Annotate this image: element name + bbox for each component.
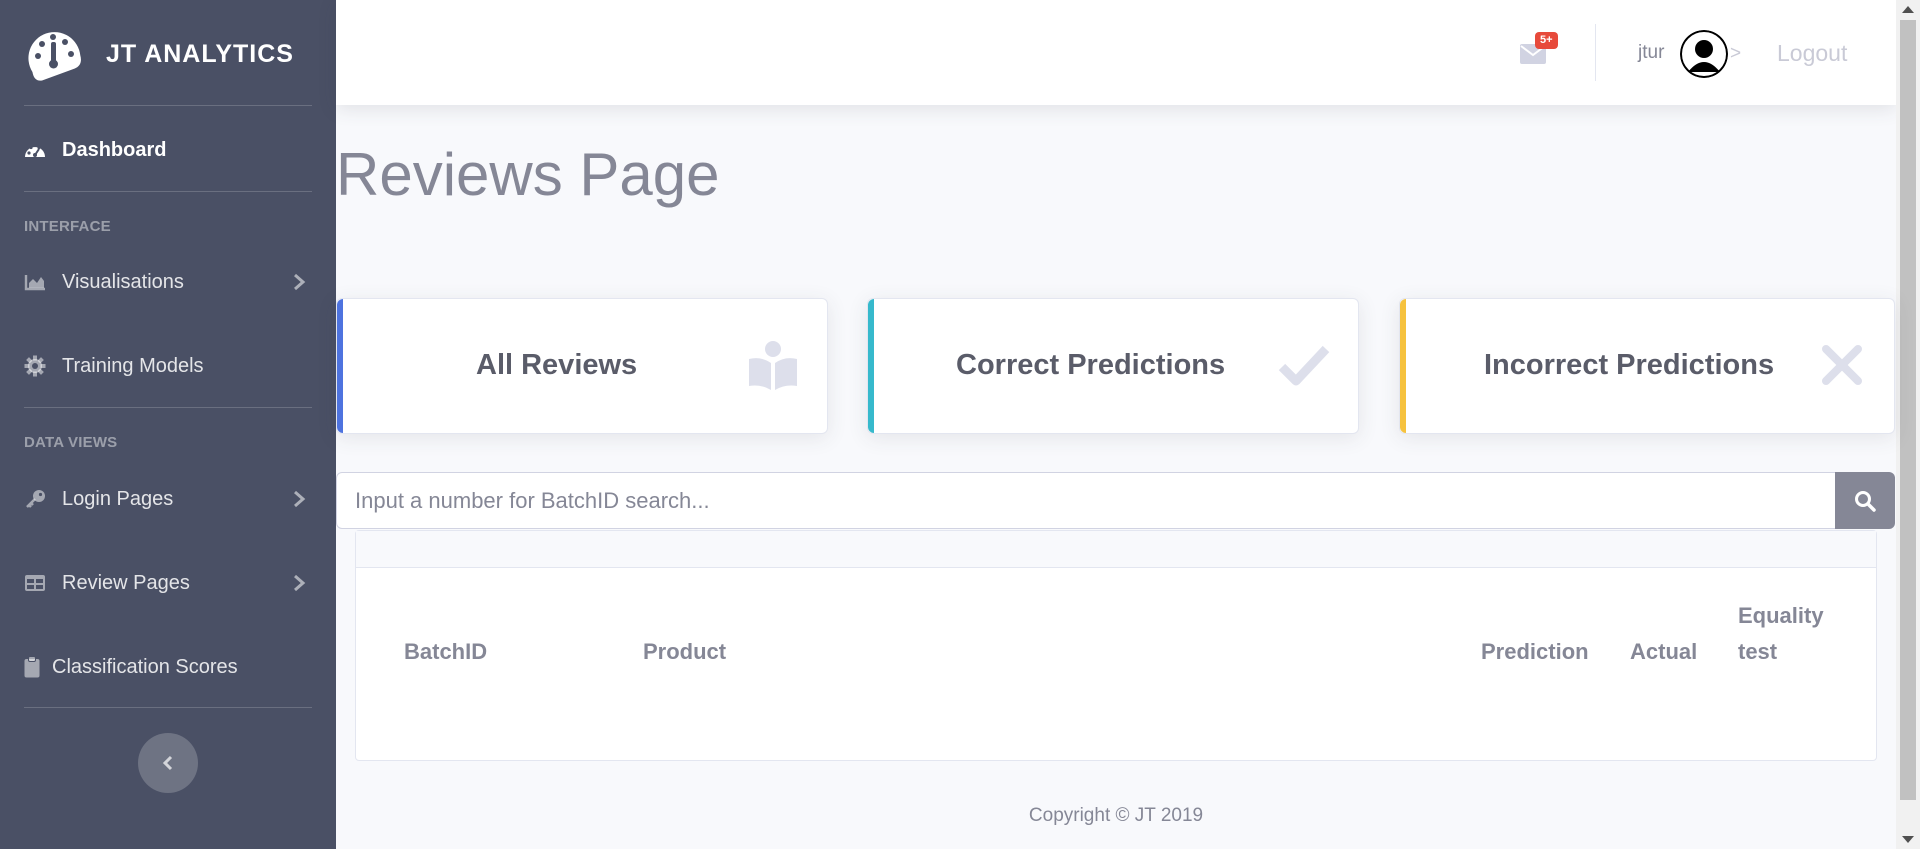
messages-count-badge: 5+ [1535, 32, 1558, 49]
correct-predictions-card[interactable]: Correct Predictions [867, 298, 1359, 434]
sidebar-divider [24, 191, 312, 192]
brand-name: JT ANALYTICS [106, 39, 294, 68]
scroll-down-arrow-icon[interactable] [1902, 836, 1914, 843]
batchid-search [336, 472, 1896, 529]
column-header-product[interactable]: Product [643, 634, 726, 670]
sidebar-divider [24, 407, 312, 408]
chevron-right-icon [294, 490, 306, 508]
user-name[interactable]: jtur [1638, 42, 1664, 64]
clipboard-icon [24, 656, 42, 678]
card-accent-bar [337, 299, 343, 433]
sidebar-item-label: Training Models [62, 354, 204, 377]
search-icon [1855, 490, 1876, 512]
sidebar-heading-interface: INTERFACE [24, 218, 111, 235]
sidebar-item-classification-scores[interactable]: Classification Scores [0, 645, 336, 689]
sidebar-item-visualisations[interactable]: Visualisations [0, 260, 336, 304]
column-header-test[interactable]: test [1738, 634, 1777, 670]
logout-link[interactable]: Logout [1777, 40, 1847, 67]
scrollbar-thumb[interactable] [1900, 20, 1916, 800]
chevron-right-icon [294, 273, 306, 291]
speedometer-logo-icon [28, 32, 81, 81]
column-header-prediction[interactable]: Prediction [1481, 634, 1589, 670]
footer-copyright: Copyright © JT 2019 [1028, 805, 1204, 826]
sidebar-item-label: Review Pages [62, 571, 190, 594]
tachometer-icon [24, 139, 50, 161]
card-title: All Reviews [476, 349, 638, 381]
topbar: 5+ jtur > Logout [336, 0, 1896, 105]
column-header-actual[interactable]: Actual [1630, 634, 1697, 670]
book-reader-icon [749, 341, 797, 390]
sidebar: JT ANALYTICS Dashboard INTERFACE Visuali… [0, 0, 336, 849]
key-icon [24, 488, 50, 510]
table-header-strip [356, 531, 1876, 568]
batchid-search-input[interactable] [336, 472, 1836, 529]
sidebar-item-label: Login Pages [62, 487, 174, 510]
chart-area-icon [24, 271, 50, 293]
card-title: Correct Predictions [956, 349, 1226, 381]
chevron-right-icon [294, 574, 306, 592]
scroll-up-arrow-icon[interactable] [1902, 6, 1914, 13]
all-reviews-card[interactable]: All Reviews [336, 298, 828, 434]
column-header-equality[interactable]: Equality [1738, 598, 1824, 634]
page-title: Reviews Page [336, 141, 720, 208]
user-avatar-icon [1680, 30, 1728, 78]
cog-icon [24, 355, 50, 377]
incorrect-predictions-card[interactable]: Incorrect Predictions [1399, 298, 1895, 434]
check-icon [1278, 345, 1330, 386]
page-scrollbar[interactable] [1896, 0, 1920, 849]
topbar-divider [1595, 24, 1596, 81]
table-icon [24, 572, 50, 594]
user-menu-caret: > [1730, 43, 1742, 64]
chevron-left-icon [162, 755, 173, 771]
sidebar-item-review-pages[interactable]: Review Pages [0, 561, 336, 605]
sidebar-divider [24, 707, 312, 708]
card-title: Incorrect Predictions [1484, 349, 1775, 381]
times-icon [1822, 345, 1862, 385]
sidebar-item-label: Visualisations [62, 270, 184, 293]
sidebar-item-login-pages[interactable]: Login Pages [0, 477, 336, 521]
sidebar-item-dashboard[interactable]: Dashboard [0, 128, 336, 172]
card-accent-bar [1400, 299, 1406, 433]
sidebar-item-label: Classification Scores [52, 655, 238, 678]
sidebar-heading-data-views: DATA VIEWS [24, 434, 118, 451]
column-header-batchid[interactable]: BatchID [404, 634, 487, 670]
sidebar-item-training-models[interactable]: Training Models [0, 344, 336, 388]
avatar[interactable] [1680, 30, 1728, 78]
reviews-table: BatchID Product Prediction Actual Equali… [355, 530, 1877, 761]
sidebar-toggle-button[interactable] [138, 733, 198, 793]
sidebar-divider [24, 105, 312, 106]
brand-link[interactable]: JT ANALYTICS [24, 26, 294, 82]
sidebar-item-label: Dashboard [62, 138, 167, 161]
search-button[interactable] [1835, 472, 1895, 529]
card-accent-bar [868, 299, 874, 433]
